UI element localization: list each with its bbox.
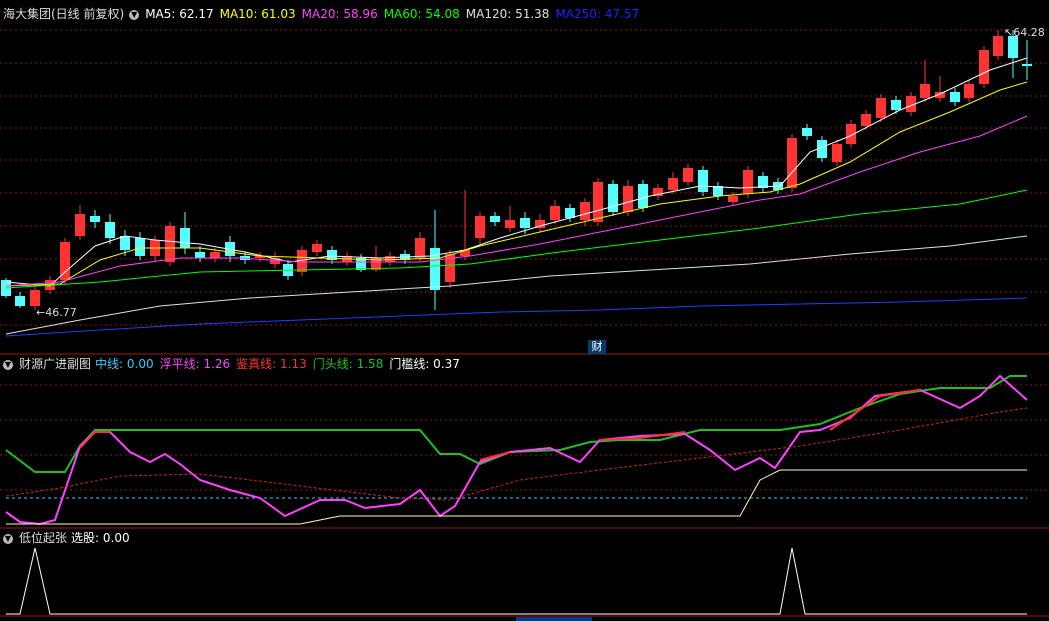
candle-body [385,256,395,262]
ma60-line [5,189,1028,289]
signal-line [6,547,1027,615]
candle-body [876,98,886,118]
candle-body [993,36,1003,56]
indicator-label-3: 门头线: 1.58 [312,357,384,371]
candle-body [505,220,515,228]
candle-body [743,170,753,194]
candle-body [683,168,693,182]
candle-body [490,216,500,222]
candle-body [623,186,633,212]
threshold-line [6,469,1027,525]
candle-body [979,50,989,84]
indicator-title: 财源广进副图 [19,357,92,371]
candle-body [832,144,842,162]
candle-body [90,216,100,222]
indicator-label-0: 中线: 0.00 [95,357,154,371]
ma-label-4: MA120: 51.38 [465,7,550,21]
chevron-down-icon[interactable]: ▼ [129,9,140,20]
finance-badge[interactable]: 财 [588,340,606,354]
candle-body [802,128,812,136]
candle-body [135,238,145,256]
ma-label-1: MA10: 61.03 [219,7,296,21]
ma-label-3: MA60: 54.08 [383,7,460,21]
low-price-marker: ←46.77 [36,306,77,319]
high-price-marker: ↖64.28 [1004,26,1045,39]
ma250-line [5,297,1028,337]
indicator-label-2: 鉴真线: 1.13 [236,357,307,371]
candle-body [593,182,603,222]
candle-body [415,238,425,258]
candle-body [165,226,175,262]
candle-body [15,296,25,306]
verify-trend-line [5,407,1028,501]
chevron-down-icon[interactable]: ▼ [3,359,13,370]
candle-body [550,206,560,220]
signal-legend: ▼ 低位起张 选股: 0.00 [0,530,142,546]
candle-body [698,170,708,192]
indicator-label-1: 浮平线: 1.26 [159,357,231,371]
signal-title: 低位起张 [19,531,68,545]
candle-body [580,202,590,220]
candle-body [1022,64,1032,66]
candle-body [475,216,485,238]
main-title: 海大集团(日线 前复权) [3,7,125,21]
candle-body [60,242,70,280]
ma-label-5: MA250: 47.57 [555,7,640,21]
signal-label-0: 选股: 0.00 [71,531,130,545]
candle-body [312,244,322,252]
candle-body [787,138,797,188]
candle-body [210,252,220,258]
candle-body [638,184,648,208]
candle-body [30,290,40,306]
candle-body [565,208,575,218]
chevron-down-icon[interactable]: ▼ [3,533,13,544]
ma20-line [5,115,1028,287]
candle-body [195,252,205,258]
candle-body [105,222,115,238]
ma-label-2: MA20: 58.96 [301,7,378,21]
candle-body [520,218,530,228]
ma-label-0: MA5: 62.17 [145,7,214,21]
candle-body [920,84,930,98]
indicator-legend: ▼ 财源广进副图 中线: 0.00 浮平线: 1.26 鉴真线: 1.13 门头线: 1.… [0,356,472,372]
candle-body [75,214,85,236]
high-price-value: 64.28 [1013,26,1045,39]
candle-body [728,196,738,202]
date-cursor-box [516,617,592,621]
candle-body [950,92,960,102]
candle-body [891,100,901,110]
candle-body [120,236,130,250]
kline-chart[interactable] [0,0,1049,621]
low-price-value: 46.77 [45,306,77,319]
float-line [5,374,1028,526]
candle-body [668,178,678,190]
candle-body [964,84,974,98]
candle-body [861,114,871,126]
candle-body [1008,36,1018,58]
candle-body [180,228,190,248]
main-legend: 海大集团(日线 前复权) ▼ MA5: 62.17 MA10: 61.03 MA20: … [0,6,651,22]
indicator-label-4: 门槛线: 0.37 [389,357,460,371]
